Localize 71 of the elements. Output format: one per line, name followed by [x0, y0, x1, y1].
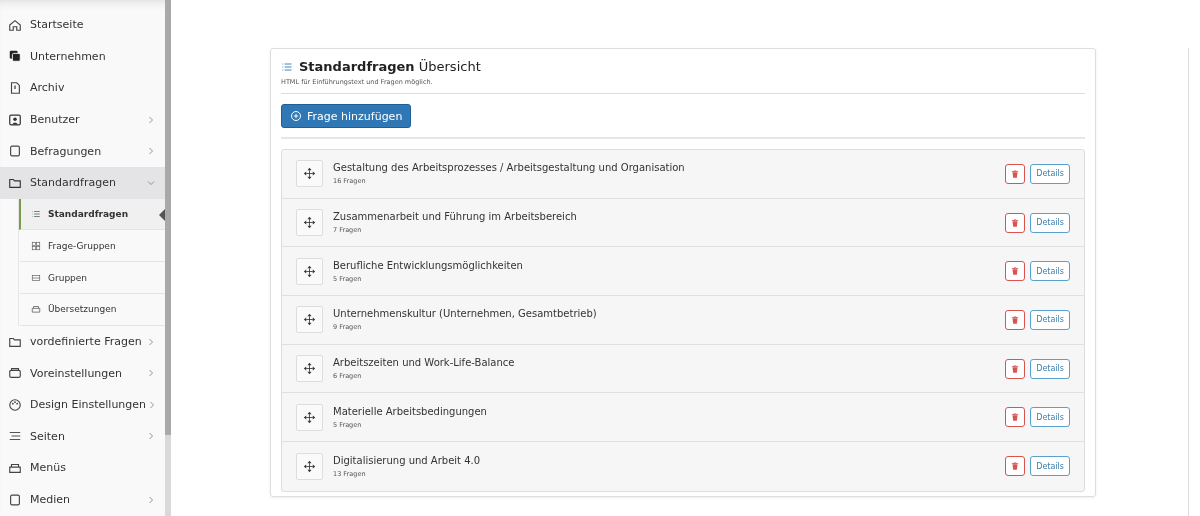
- sidebar-item[interactable]: Archiv: [0, 72, 165, 104]
- drag-handle[interactable]: [296, 403, 323, 431]
- sidebar-item[interactable]: vordefinierte Fragen: [0, 325, 165, 358]
- delete-button[interactable]: [1005, 358, 1026, 379]
- panel-title: Standardfragen Übersicht: [299, 59, 481, 74]
- grid-icon: [31, 240, 41, 251]
- sidebar-item[interactable]: Unternehmen: [0, 40, 165, 73]
- group-title: Digitalisierung und Arbeit 4.0: [333, 454, 482, 466]
- move-icon: [303, 362, 316, 376]
- plus-circle-icon: [290, 110, 302, 122]
- drag-handle[interactable]: [296, 209, 323, 237]
- drag-handle[interactable]: [296, 160, 323, 188]
- trash-icon: [1010, 412, 1021, 423]
- palette-icon: [8, 397, 22, 412]
- group-title: Berufliche Entwicklungsmöglichkeiten: [333, 259, 524, 271]
- box-icon: [8, 366, 22, 381]
- details-button[interactable]: Details: [1030, 358, 1070, 379]
- group-title: Unternehmenskultur (Unternehmen, Gesamtbetrieb): [333, 308, 598, 320]
- group-title: Arbeitszeiten und Work-Life-Balance: [333, 357, 516, 369]
- trash-icon: [1010, 168, 1021, 179]
- submenu-item[interactable]: Standardfragen: [19, 198, 165, 231]
- move-icon: [303, 167, 316, 181]
- sidebar-item[interactable]: Benutzer: [0, 103, 165, 136]
- delete-button[interactable]: [1005, 163, 1026, 184]
- sidebar-item[interactable]: Voreinstellungen: [0, 357, 165, 389]
- details-button[interactable]: Details: [1030, 407, 1070, 428]
- move-icon: [303, 459, 316, 473]
- delete-button[interactable]: [1005, 456, 1026, 477]
- details-button[interactable]: Details: [1030, 212, 1070, 233]
- drag-handle[interactable]: [296, 355, 323, 383]
- delete-button[interactable]: [1005, 309, 1026, 330]
- list-icon: [31, 208, 41, 219]
- trash-icon: [1010, 461, 1021, 472]
- sidebar-item[interactable]: Medien: [0, 483, 165, 516]
- document-icon: [8, 81, 22, 95]
- drag-handle[interactable]: [296, 257, 323, 285]
- trash-icon: [1010, 314, 1021, 325]
- group-title: Gestaltung des Arbeitsprozesses / Arbeitsgestaltung und Organisation: [333, 162, 686, 174]
- move-icon: [303, 410, 316, 424]
- drag-handle[interactable]: [296, 452, 323, 480]
- details-button[interactable]: Details: [1030, 163, 1070, 184]
- group-title: Zusammenarbeit und Führung im Arbeitsbereich: [333, 211, 578, 223]
- page-icon: [8, 144, 22, 159]
- sidebar-item[interactable]: Standardfragen: [0, 166, 165, 199]
- move-icon: [303, 216, 316, 230]
- user-icon: [8, 112, 22, 127]
- sidebar-item[interactable]: Design Einstellungen: [0, 388, 165, 421]
- details-button[interactable]: Details: [1030, 456, 1070, 477]
- trash-icon: [1010, 363, 1021, 374]
- move-icon: [303, 264, 316, 278]
- drag-handle[interactable]: [296, 306, 323, 334]
- sidebar-item[interactable]: Startseite: [0, 9, 165, 41]
- box-icon: [31, 304, 41, 315]
- sidebar-item[interactable]: Befragungen: [0, 135, 165, 167]
- trash-icon: [1010, 266, 1021, 277]
- trash-icon: [1010, 217, 1021, 228]
- delete-button[interactable]: [1005, 407, 1026, 428]
- add-question-button[interactable]: Frage hinzufügen: [281, 104, 412, 128]
- home-icon: [8, 17, 22, 32]
- delete-button[interactable]: [1005, 212, 1026, 233]
- squares-icon: [8, 49, 22, 64]
- sidebar-item[interactable]: Seiten: [0, 420, 165, 453]
- scrollbar-thumb[interactable]: [165, 0, 171, 435]
- group-title: Materielle Arbeitsbedingungen: [333, 405, 488, 417]
- delete-button[interactable]: [1005, 261, 1026, 282]
- move-icon: [303, 313, 316, 327]
- layout-icon: [31, 272, 41, 283]
- details-button[interactable]: Details: [1030, 261, 1070, 282]
- sidebar-item[interactable]: Menüs: [0, 452, 165, 484]
- page-icon: [8, 492, 22, 507]
- details-button[interactable]: Details: [1030, 309, 1070, 330]
